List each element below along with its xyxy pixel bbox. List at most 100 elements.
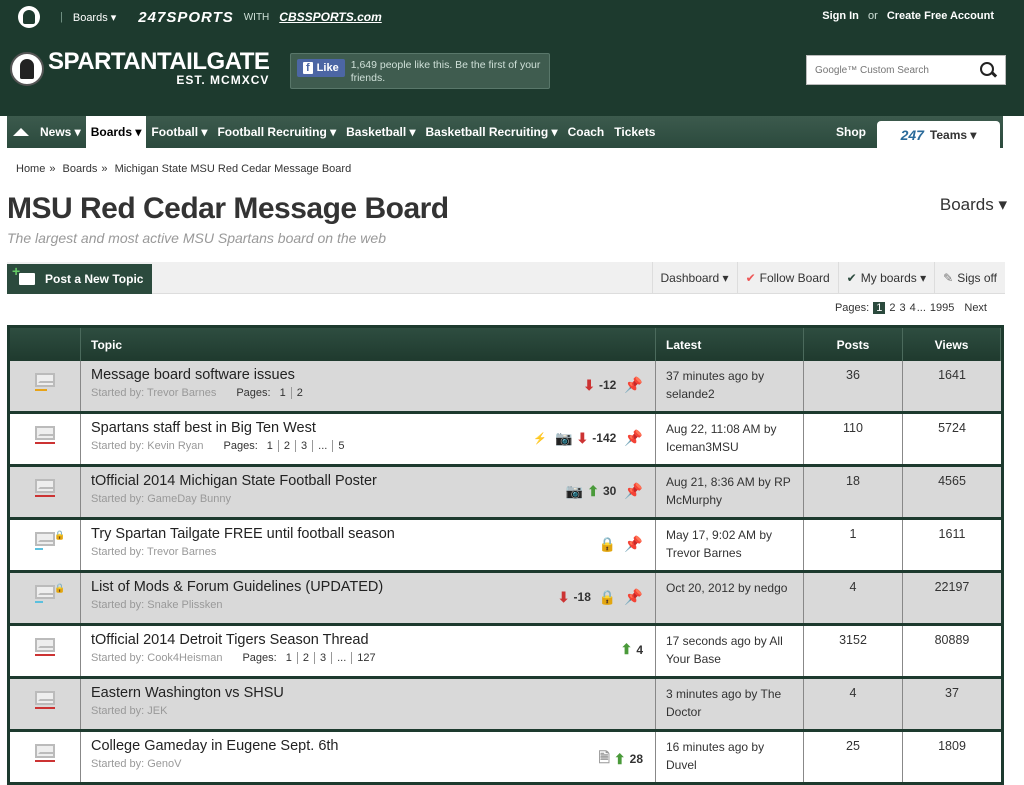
latest-post[interactable]: Aug 21, 8:36 AM by RP McMurphy: [656, 467, 804, 517]
boards-menu[interactable]: Boards ▾: [940, 195, 1007, 215]
page-last[interactable]: 1995: [930, 302, 954, 314]
post-count: 1: [804, 520, 903, 570]
pin-icon[interactable]: 📌: [624, 482, 643, 500]
nav-tickets[interactable]: Tickets: [609, 116, 660, 148]
lock-icon: 🔒: [598, 588, 617, 605]
latest-post[interactable]: 17 seconds ago by All Your Base: [656, 626, 804, 676]
checkmark-icon: ✔: [846, 271, 857, 285]
header-views: Views: [903, 328, 1001, 361]
topic-page-link[interactable]: 3: [295, 440, 307, 452]
header-latest: Latest: [656, 328, 804, 361]
board-toolbar: Post a New Topic Dashboard ▾ ✔Follow Boa…: [7, 262, 1005, 294]
topic-page-link[interactable]: 3: [313, 652, 326, 664]
page-4[interactable]: 4: [910, 302, 916, 314]
topic-starter: Started by: GameDay Bunny: [91, 493, 232, 505]
topic-status-icon: [35, 426, 55, 444]
topic-page-link[interactable]: 127: [351, 652, 376, 664]
facebook-like-button[interactable]: f Like: [297, 59, 345, 77]
topic-page-link[interactable]: 2: [277, 440, 290, 452]
post-count: 18: [804, 467, 903, 517]
post-new-topic-button[interactable]: Post a New Topic: [7, 263, 152, 294]
document-icon: 🗎: [598, 749, 610, 765]
boards-dropdown[interactable]: Boards ▾: [73, 11, 116, 24]
topic-title-link[interactable]: Message board software issues: [91, 366, 645, 384]
teams-dropdown[interactable]: 247 Teams ▾: [877, 121, 1000, 148]
site-header: SPARTANTAILGATE EST. MCMXCV f Like 1,649 …: [0, 34, 1024, 116]
breadcrumb-current[interactable]: Michigan State MSU Red Cedar Message Boa…: [115, 163, 352, 175]
spartan-logo-icon[interactable]: [18, 6, 40, 28]
pin-icon[interactable]: 📌: [624, 535, 643, 553]
topic-table: Topic Latest Posts Views Message board s…: [7, 325, 1004, 785]
topic-title-link[interactable]: Try Spartan Tailgate FREE until football…: [91, 525, 645, 543]
latest-post[interactable]: Aug 22, 11:08 AM by Iceman3MSU: [656, 414, 804, 464]
topic-page-link[interactable]: 2: [290, 387, 303, 399]
latest-post[interactable]: Oct 20, 2012 by nedgo: [656, 573, 804, 623]
home-icon[interactable]: [7, 116, 35, 148]
topic-score: -18: [573, 590, 591, 604]
latest-post[interactable]: May 17, 9:02 AM by Trevor Barnes: [656, 520, 804, 570]
nav-shop[interactable]: Shop: [836, 125, 866, 139]
pin-icon[interactable]: 📌: [624, 429, 643, 447]
view-count: 22197: [934, 580, 970, 594]
table-row: 🔒 Try Spartan Tailgate FREE until footba…: [10, 520, 1001, 573]
next-page-link[interactable]: Next: [964, 302, 987, 314]
nav-football[interactable]: Football ▾: [146, 116, 212, 148]
topic-title-link[interactable]: tOfficial 2014 Detroit Tigers Season Thr…: [91, 631, 645, 649]
nav-boards[interactable]: Boards ▾: [85, 116, 147, 148]
247-logo: 247: [900, 126, 924, 143]
cbssports-logo[interactable]: CBSSPORTS.com: [279, 10, 381, 24]
search-icon[interactable]: [979, 61, 997, 79]
topic-pages-label: Pages:: [236, 387, 271, 399]
facebook-like-box: f Like 1,649 people like this. Be the fir…: [290, 53, 550, 89]
locked-icon: 🔒: [54, 583, 66, 593]
dashboard-dropdown[interactable]: Dashboard ▾: [651, 262, 737, 294]
camera-icon: 📷: [555, 429, 573, 446]
my-boards-dropdown[interactable]: ✔ My boards ▾: [837, 262, 934, 294]
lock-icon: 🔒: [598, 535, 617, 552]
page-2[interactable]: 2: [889, 302, 895, 314]
sigs-off-button[interactable]: ✎ Sigs off: [934, 262, 1005, 294]
top-bar: | Boards ▾ 247SPORTS WITH CBSSPORTS.com …: [0, 0, 1024, 34]
nav-basketball-recruiting[interactable]: Basketball Recruiting ▾: [421, 116, 563, 148]
pagination: Pages: 1 2 3 4 ... 1995 Next: [835, 302, 987, 314]
nav-basketball[interactable]: Basketball ▾: [341, 116, 420, 148]
topic-title-link[interactable]: Eastern Washington vs SHSU: [91, 684, 645, 702]
pin-icon[interactable]: 📌: [624, 376, 643, 394]
thumbs-down-arrow-icon: ⬇: [576, 429, 589, 446]
page-1[interactable]: 1: [873, 302, 886, 314]
latest-post[interactable]: 3 minutes ago by The Doctor: [656, 679, 804, 729]
follow-check-icon: ✔: [745, 271, 756, 285]
latest-post[interactable]: 16 minutes ago by Duvel: [656, 732, 804, 782]
search-input[interactable]: [815, 64, 979, 76]
topic-status-icon: [35, 638, 55, 656]
topic-starter: Started by: Trevor Barnes: [91, 387, 217, 399]
247sports-logo[interactable]: 247SPORTS: [138, 9, 233, 26]
pin-icon[interactable]: 📌: [624, 588, 643, 606]
post-count: 36: [804, 361, 903, 411]
follow-board-button[interactable]: ✔ Follow Board: [736, 262, 838, 294]
topic-page-link[interactable]: 1: [267, 440, 273, 452]
create-account-link[interactable]: Create Free Account: [887, 10, 994, 22]
latest-post[interactable]: 37 minutes ago by selande2: [656, 361, 804, 411]
sign-in-link[interactable]: Sign In: [822, 10, 859, 22]
topic-page-link[interactable]: 2: [296, 652, 309, 664]
thumbs-up-arrow-icon: ⬆: [587, 482, 599, 499]
nav-coach[interactable]: Coach: [563, 116, 610, 148]
topic-status-icon: [35, 585, 55, 603]
facebook-icon: f: [303, 62, 313, 74]
topic-score: -142: [592, 431, 617, 445]
facebook-like-text: 1,649 people like this. Be the first of …: [350, 59, 541, 84]
breadcrumb-home[interactable]: Home: [16, 163, 45, 175]
view-count: 4565: [938, 474, 966, 488]
page-title: MSU Red Cedar Message Board: [7, 192, 449, 225]
main-nav: News ▾ Boards ▾ Football ▾ Football Recr…: [7, 116, 1003, 148]
breadcrumb-boards[interactable]: Boards: [63, 163, 98, 175]
topic-page-link[interactable]: 1: [280, 387, 286, 399]
site-logo[interactable]: SPARTANTAILGATE EST. MCMXCV: [10, 50, 270, 87]
topic-title-link[interactable]: College Gameday in Eugene Sept. 6th: [91, 737, 645, 755]
topic-page-link[interactable]: 5: [332, 440, 344, 452]
topic-page-link[interactable]: 1: [286, 652, 292, 664]
nav-football-recruiting[interactable]: Football Recruiting ▾: [212, 116, 341, 148]
nav-news[interactable]: News ▾: [35, 116, 86, 148]
page-3[interactable]: 3: [899, 302, 905, 314]
